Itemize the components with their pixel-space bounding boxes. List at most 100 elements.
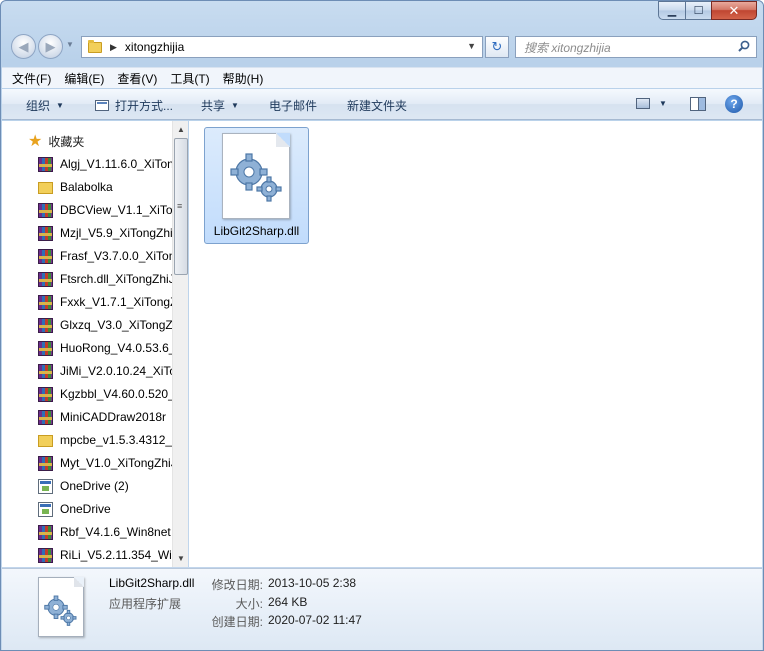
nav-tree-item[interactable]: JiMi_V2.0.10.24_XiTon — [38, 361, 172, 381]
refresh-button[interactable]: ↻ — [485, 36, 509, 58]
address-bar[interactable]: ▶ xitongzhijia ▼ — [81, 36, 483, 58]
menu-tools[interactable]: 工具(T) — [170, 70, 209, 87]
email-label: 电子邮件 — [269, 99, 318, 113]
app-shortcut-icon — [38, 478, 53, 494]
nav-tree-item[interactable]: Glxzq_V3.0_XiTongZhiJia — [38, 315, 172, 335]
folder-icon — [38, 435, 53, 447]
rar-archive-icon — [38, 225, 53, 241]
forward-button[interactable]: ▶ — [38, 34, 63, 59]
nav-tree-item-label: OneDrive (2) — [60, 479, 129, 493]
navigation-pane: ★ 收藏夹 Algj_V1.11.6.0_XiTongZ Balabolka DBC… — [2, 121, 188, 567]
share-label: 共享 — [201, 99, 226, 113]
rar-archive-icon — [38, 156, 53, 172]
organize-label: 组织 — [26, 99, 51, 113]
nav-tree-item-label: Ftsrch.dll_XiTongZhiJia — [60, 272, 172, 286]
details-pane: LibGit2Sharp.dll 应用程序扩展 修改日期: 2013-10-05… — [2, 568, 762, 650]
nav-tree-item-label: Glxzq_V3.0_XiTongZhiJia — [60, 318, 172, 332]
help-icon[interactable]: ? — [725, 95, 743, 113]
nav-tree-item[interactable]: HuoRong_V4.0.53.6_Xi — [38, 338, 172, 358]
organize-button[interactable]: 组织 ▼ — [26, 97, 64, 114]
nav-tree-item[interactable]: Rbf_V4.1.6_Win8net — [38, 522, 171, 542]
email-button[interactable]: 电子邮件 — [269, 97, 317, 114]
address-dropdown-button[interactable]: ▼ — [467, 41, 476, 51]
close-button[interactable]: ✕ — [711, 1, 757, 20]
minimize-button[interactable]: ▁ — [658, 1, 685, 20]
nav-pane-scrollbar[interactable]: ▲ ≡ ▼ — [172, 121, 188, 567]
nav-tree-item-label: Fxxk_V1.7.1_XiTongZhiJ — [60, 295, 172, 309]
nav-tree-item[interactable]: Algj_V1.11.6.0_XiTongZ — [38, 154, 172, 174]
nav-tree-item[interactable]: DBCView_V1.1_XiTongZh — [38, 200, 172, 220]
new-folder-button[interactable]: 新建文件夹 — [347, 97, 407, 114]
modified-date-label: 修改日期: — [211, 578, 263, 592]
scroll-up-arrow-icon[interactable]: ▲ — [177, 125, 185, 134]
refresh-icon: ↻ — [491, 39, 503, 54]
nav-tree-item[interactable]: RiLi_V5.2.11.354_Win — [38, 545, 172, 565]
folder-tree: ★ 收藏夹 Algj_V1.11.6.0_XiTongZ Balabolka DBC… — [2, 121, 172, 567]
back-button[interactable]: ◀ — [11, 34, 36, 59]
scrollbar-grip-icon: ≡ — [177, 201, 183, 211]
rar-archive-icon — [38, 248, 53, 264]
nav-tree-item-label: RiLi_V5.2.11.354_Win — [60, 548, 172, 562]
gears-icon — [230, 153, 282, 202]
rar-archive-icon — [38, 271, 53, 287]
preview-pane-icon[interactable] — [690, 97, 706, 111]
rar-archive-icon — [38, 455, 53, 471]
nav-tree-item[interactable]: Kgzbbl_V4.60.0.520_Xi — [38, 384, 172, 404]
rar-archive-icon — [38, 386, 53, 402]
nav-tree-item[interactable]: Mzjl_V5.9_XiTongZhiJia — [38, 223, 172, 243]
search-input[interactable]: 搜索 xitongzhijia — [515, 36, 757, 58]
new-folder-label: 新建文件夹 — [347, 99, 408, 113]
explorer-window: ▁ ☐ ✕ ◀ ▶ ▼ ▶ xitongzhijia ▼ ↻ 搜索 xitong… — [0, 0, 764, 651]
details-file-type: 应用程序扩展 — [109, 597, 182, 611]
modified-date-value[interactable]: 2013-10-05 2:38 — [268, 576, 356, 590]
nav-tree-item-label: Kgzbbl_V4.60.0.520_Xi — [60, 387, 172, 401]
menu-help[interactable]: 帮助(H) — [223, 70, 264, 87]
rar-archive-icon — [38, 340, 53, 356]
favorites-label: 收藏夹 — [48, 135, 85, 149]
view-options-dropdown[interactable]: ▼ — [659, 99, 667, 108]
created-date-value[interactable]: 2020-07-02 11:47 — [268, 613, 362, 627]
scroll-down-arrow-icon[interactable]: ▼ — [177, 554, 185, 563]
nav-tree-item[interactable]: mpcbe_v1.5.3.4312_x — [38, 430, 172, 450]
nav-tree-item-label: MiniCADDraw2018r — [60, 410, 167, 424]
nav-tree-item-label: Frasf_V3.7.0.0_XiTongZ — [60, 249, 172, 263]
menu-edit[interactable]: 编辑(E) — [64, 70, 104, 87]
menu-view[interactable]: 查看(V) — [117, 70, 157, 87]
navigation-bar: ◀ ▶ ▼ ▶ xitongzhijia ▼ ↻ 搜索 xitongzhijia — [9, 31, 757, 61]
nav-tree-item[interactable]: Ftsrch.dll_XiTongZhiJia — [38, 269, 172, 289]
nav-tree-item[interactable]: OneDrive (2) — [38, 476, 129, 496]
change-view-icon[interactable] — [636, 98, 650, 109]
size-label: 大小: — [235, 597, 263, 611]
command-bar: 组织 ▼ 打开方式... 共享 ▼ 电子邮件 新建文件夹 ▼ ? — [2, 89, 762, 120]
nav-tree-item[interactable]: Frasf_V3.7.0.0_XiTongZ — [38, 246, 172, 266]
created-date-label: 创建日期: — [211, 615, 263, 629]
breadcrumb-current-folder[interactable]: xitongzhijia — [125, 40, 184, 54]
dll-document-icon — [222, 133, 290, 219]
search-icon[interactable] — [738, 40, 750, 52]
recent-pages-dropdown[interactable]: ▼ — [66, 40, 74, 49]
size-value: 264 KB — [268, 595, 308, 609]
nav-tree-item-label: JiMi_V2.0.10.24_XiTon — [60, 364, 172, 378]
folder-icon — [88, 39, 102, 53]
maximize-button[interactable]: ☐ — [685, 1, 711, 20]
nav-tree-item[interactable]: Fxxk_V1.7.1_XiTongZhiJ — [38, 292, 172, 312]
folder-icon — [38, 182, 53, 194]
nav-tree-item-label: OneDrive — [60, 502, 111, 516]
open-with-icon — [95, 100, 109, 111]
menu-file[interactable]: 文件(F) — [12, 70, 51, 87]
chevron-down-icon: ▼ — [231, 101, 239, 110]
share-button[interactable]: 共享 ▼ — [201, 97, 239, 114]
favorites-node[interactable]: ★ 收藏夹 — [28, 133, 84, 150]
nav-tree-item-label: HuoRong_V4.0.53.6_Xi — [60, 341, 172, 355]
breadcrumb-separator-icon[interactable]: ▶ — [110, 42, 117, 53]
dll-document-icon — [38, 577, 84, 637]
file-item[interactable]: LibGit2Sharp.dll — [204, 127, 309, 244]
nav-tree-item-label: Balabolka — [60, 180, 113, 194]
nav-tree-item[interactable]: OneDrive — [38, 499, 111, 519]
open-with-button[interactable]: 打开方式... — [95, 97, 173, 114]
nav-tree-item[interactable]: MiniCADDraw2018r — [38, 407, 166, 427]
nav-tree-item-label: DBCView_V1.1_XiTongZh — [60, 203, 172, 217]
nav-tree-item[interactable]: Myt_V1.0_XiTongZhiJia — [38, 453, 172, 473]
nav-tree-item-label: Algj_V1.11.6.0_XiTongZ — [60, 157, 172, 171]
nav-tree-item[interactable]: Balabolka — [38, 177, 113, 197]
